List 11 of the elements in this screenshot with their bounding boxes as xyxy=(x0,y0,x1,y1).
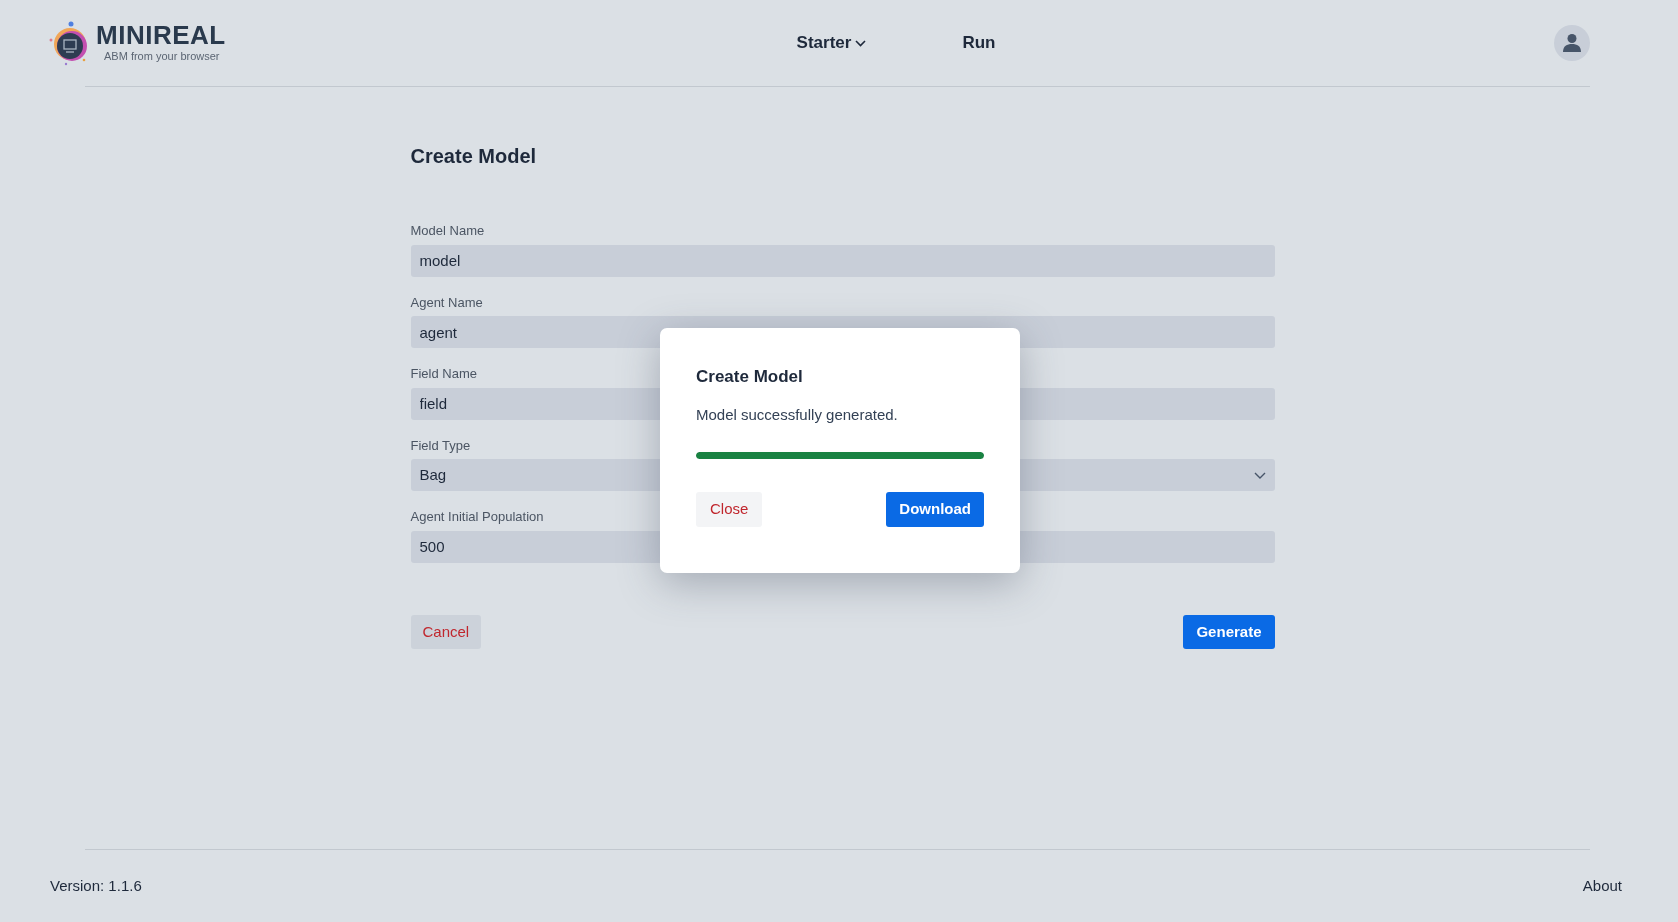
logo-title: MINIREAL xyxy=(96,21,226,48)
logo-subtitle: ABM from your browser xyxy=(104,48,221,64)
dialog-title: Create Model xyxy=(696,366,804,388)
field-label: Field Type xyxy=(410,436,471,455)
field-label: Field Name xyxy=(410,365,477,383)
field-label: Agent Initial Population xyxy=(410,508,544,526)
version-text: Version: 1.1.6 xyxy=(50,875,142,896)
dialog-message: Model successfully generated. xyxy=(696,404,899,425)
field-label: Model Name xyxy=(410,222,485,240)
page-title: Create Model xyxy=(410,144,538,169)
field-label: Agent Name xyxy=(410,293,483,312)
